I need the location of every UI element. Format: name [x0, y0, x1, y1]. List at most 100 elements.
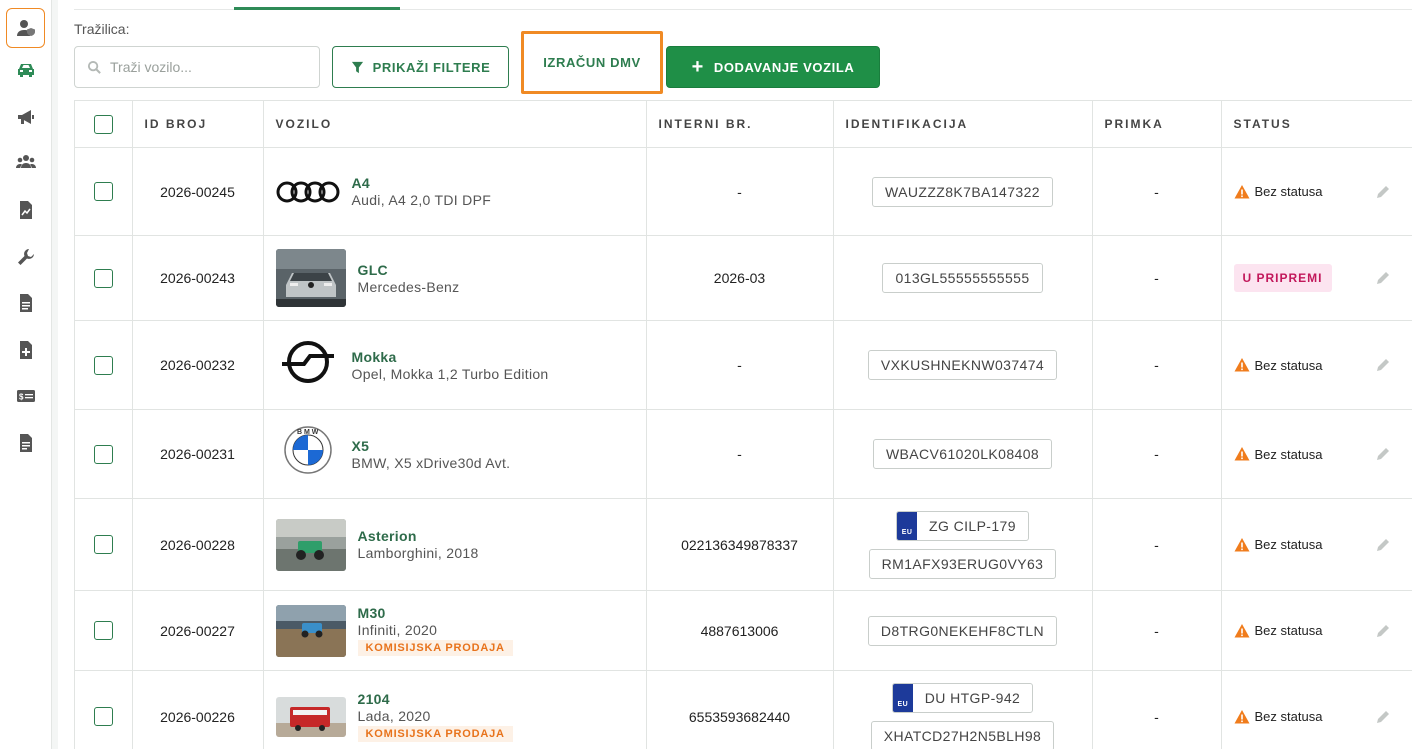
- warning-icon: [1234, 537, 1249, 551]
- col-header-internal[interactable]: INTERNI BR.: [646, 100, 834, 148]
- users-icon: [15, 155, 36, 168]
- table-row[interactable]: 2026-00245 A4 Audi, A4 2,0 TDI DPF - WAU…: [75, 147, 1412, 236]
- status-text: Bez statusa: [1254, 537, 1323, 552]
- col-header-identification[interactable]: IDENTIFIKACIJA: [833, 100, 1093, 148]
- row-checkbox[interactable]: [93, 444, 113, 464]
- show-filters-label: PRIKAŽI FILTERE: [372, 59, 491, 75]
- id-cell: 2026-00227: [132, 590, 264, 671]
- row-checkbox[interactable]: [93, 535, 113, 554]
- vehicle-photo: [275, 696, 346, 737]
- vehicles-table: ID BROJ VOZILO INTERNI BR. IDENTIFIKACIJ…: [74, 100, 1412, 749]
- id-cell: 2026-00232: [132, 320, 264, 410]
- vehicle-photo: [275, 249, 346, 307]
- id-cell: 2026-00245: [132, 147, 264, 236]
- vehicle-photo: [275, 604, 346, 657]
- vehicle-model-link[interactable]: X5: [352, 438, 511, 454]
- row-checkbox[interactable]: [93, 355, 113, 375]
- edit-pencil-icon[interactable]: [1375, 537, 1391, 553]
- license-plate: EU DU HTGP-942: [891, 682, 1034, 713]
- primka-cell: -: [1092, 670, 1222, 749]
- vehicle-model-link[interactable]: GLC: [358, 262, 460, 278]
- vehicle-model-link[interactable]: Mokka: [352, 349, 549, 365]
- warning-icon: [1234, 358, 1249, 372]
- opel-logo: [276, 341, 340, 383]
- vehicle-model-link[interactable]: Asterion: [358, 528, 479, 544]
- document-list-icon: [19, 434, 32, 452]
- internal-number-cell: -: [646, 320, 834, 410]
- vin-badge: XHATCD27H2N5BLH98: [870, 720, 1055, 749]
- primka-cell: -: [1092, 590, 1222, 671]
- col-header-status[interactable]: STATUS: [1221, 100, 1412, 148]
- vehicle-description: Opel, Mokka 1,2 Turbo Edition: [351, 365, 549, 382]
- vehicle-model-link[interactable]: A4: [352, 175, 492, 191]
- table-row[interactable]: 2026-00228 Asterion Lamborghini, 2018 02…: [75, 498, 1412, 591]
- select-all-checkbox[interactable]: [93, 114, 113, 134]
- primka-cell: -: [1092, 498, 1222, 591]
- internal-number-cell: -: [646, 409, 834, 499]
- status-text: Bez statusa: [1254, 446, 1323, 462]
- primka-cell: -: [1092, 409, 1222, 499]
- sidebar-item-reports[interactable]: [6, 190, 45, 230]
- sidebar-item-finance[interactable]: $: [6, 376, 45, 416]
- license-plate: EU ZG CILP-179: [896, 510, 1029, 541]
- sidebar-item-service[interactable]: [6, 237, 45, 277]
- vehicle-description: Lada, 2020: [357, 708, 431, 724]
- col-header-primka[interactable]: PRIMKA: [1092, 100, 1222, 148]
- id-cell: 2026-00228: [132, 498, 264, 591]
- sidebar-item-users-admin[interactable]: [6, 8, 45, 48]
- edit-pencil-icon[interactable]: [1375, 709, 1391, 725]
- audi-logo: [276, 175, 340, 209]
- vin-badge: 013GL55555555555: [882, 263, 1043, 293]
- status-text: Bez statusa: [1254, 357, 1323, 373]
- internal-number-cell: 4887613006: [646, 590, 834, 671]
- id-cell: 2026-00226: [132, 670, 264, 749]
- sidebar-item-documents[interactable]: [6, 283, 45, 323]
- sidebar-item-vehicles[interactable]: [6, 50, 45, 90]
- warning-icon: [1234, 447, 1249, 461]
- edit-pencil-icon[interactable]: [1375, 623, 1391, 639]
- svg-text:$: $: [19, 393, 24, 402]
- add-vehicle-button[interactable]: + DODAVANJE VOZILA: [666, 46, 880, 88]
- file-plus-icon: [19, 341, 32, 359]
- sidebar-item-records[interactable]: [6, 423, 45, 463]
- primka-cell: -: [1092, 235, 1222, 321]
- dmv-calc-label: IZRAČUN DMV: [543, 55, 641, 70]
- col-header-id[interactable]: ID BROJ: [132, 100, 264, 148]
- dmv-calc-button[interactable]: IZRAČUN DMV: [521, 31, 663, 94]
- internal-number-cell: -: [646, 147, 834, 236]
- status-text: Bez statusa: [1254, 184, 1323, 199]
- main-content: Tražilica: PRIKAŽI FILTERE IZRAČUN DMV +…: [58, 0, 1412, 749]
- show-filters-button[interactable]: PRIKAŽI FILTERE: [332, 46, 509, 88]
- edit-pencil-icon[interactable]: [1375, 446, 1391, 462]
- sidebar-item-marketing[interactable]: [6, 97, 45, 137]
- table-row[interactable]: 2026-00226 2104 Lada, 2020 KOMISIJSKA PR…: [75, 670, 1412, 749]
- search-label: Tražilica:: [74, 21, 130, 37]
- sidebar-item-customers[interactable]: [6, 142, 45, 182]
- edit-pencil-icon[interactable]: [1375, 357, 1391, 373]
- table-row[interactable]: 2026-00232 Mokka Opel, Mokka 1,2 Turbo E…: [75, 320, 1412, 410]
- col-header-vehicle[interactable]: VOZILO: [263, 100, 647, 148]
- sidebar-item-new-document[interactable]: [6, 330, 45, 370]
- search-input[interactable]: [110, 59, 310, 75]
- row-checkbox[interactable]: [93, 707, 113, 726]
- search-icon: [87, 60, 101, 74]
- table-row[interactable]: 2026-00227 M30 Infiniti, 2020 KOMISIJSKA…: [75, 590, 1412, 671]
- primka-cell: -: [1092, 320, 1222, 410]
- vin-badge: WBACV61020LK08408: [872, 439, 1053, 469]
- consignment-tag: KOMISIJSKA PRODAJA: [357, 726, 513, 742]
- row-checkbox[interactable]: [93, 268, 113, 288]
- edit-pencil-icon[interactable]: [1375, 184, 1391, 200]
- megaphone-icon: [17, 110, 34, 124]
- edit-pencil-icon[interactable]: [1375, 270, 1391, 286]
- bmw-logo: B M W: [276, 426, 340, 474]
- vehicle-description: Lamborghini, 2018: [357, 545, 479, 561]
- vehicle-model-link[interactable]: M30: [358, 605, 513, 621]
- vehicle-model-link[interactable]: 2104: [358, 691, 513, 707]
- row-checkbox[interactable]: [93, 182, 113, 201]
- table-row[interactable]: 2026-00243 GLC Mercedes-Benz 2026-03 013…: [75, 235, 1412, 321]
- vehicle-description: Infiniti, 2020: [357, 622, 438, 638]
- row-checkbox[interactable]: [93, 621, 113, 640]
- search-box[interactable]: [74, 46, 320, 88]
- primka-cell: -: [1092, 147, 1222, 236]
- table-row[interactable]: 2026-00231 B M W X5 BMW, X5 xDrive30d Av…: [75, 409, 1412, 499]
